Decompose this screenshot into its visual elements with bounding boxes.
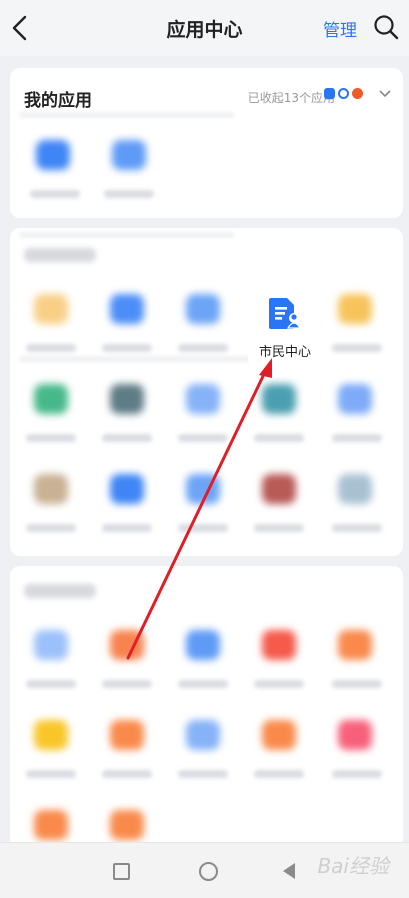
app-label xyxy=(26,524,76,532)
app-icon[interactable] xyxy=(34,630,68,660)
app-icon[interactable] xyxy=(34,810,68,840)
app-icon[interactable] xyxy=(186,384,220,414)
top-bar: 应用中心 管理 xyxy=(0,0,409,56)
chevron-down-icon[interactable] xyxy=(379,88,391,100)
app-label xyxy=(332,524,382,532)
app-icon[interactable] xyxy=(110,810,144,840)
collapsed-app-icons xyxy=(324,88,363,99)
app-section-card xyxy=(10,566,403,856)
app-label xyxy=(102,434,152,442)
mini-app-icon xyxy=(324,88,335,99)
app-icon[interactable] xyxy=(110,630,144,660)
app-label xyxy=(332,680,382,688)
app-icon[interactable] xyxy=(338,630,372,660)
search-icon[interactable] xyxy=(373,14,399,40)
app-label xyxy=(30,190,80,198)
app-label xyxy=(102,770,152,778)
app-label xyxy=(332,344,382,352)
app-icon[interactable] xyxy=(34,294,68,324)
collapsed-count-text[interactable]: 已收起13个应用 xyxy=(248,89,335,106)
citizen-center-label[interactable]: 市民中心 xyxy=(248,341,322,360)
mini-app-icon xyxy=(352,88,363,99)
app-icon[interactable] xyxy=(112,140,146,170)
app-icon[interactable] xyxy=(262,474,296,504)
blur-strip xyxy=(20,356,250,362)
app-label xyxy=(26,770,76,778)
app-icon[interactable] xyxy=(186,720,220,750)
app-icon[interactable] xyxy=(338,384,372,414)
app-icon[interactable] xyxy=(186,630,220,660)
app-label xyxy=(178,680,228,688)
app-label xyxy=(178,524,228,532)
my-apps-title: 我的应用 xyxy=(24,91,92,111)
app-label xyxy=(332,434,382,442)
app-label xyxy=(254,434,304,442)
app-label xyxy=(26,344,76,352)
my-apps-card: 我的应用 已收起13个应用 xyxy=(10,68,403,218)
citizen-doc-icon xyxy=(269,298,302,329)
app-icon[interactable] xyxy=(36,140,70,170)
app-icon[interactable] xyxy=(34,384,68,414)
app-icon[interactable] xyxy=(186,294,220,324)
back-button[interactable] xyxy=(283,863,295,879)
app-icon[interactable] xyxy=(34,474,68,504)
app-icon[interactable] xyxy=(110,384,144,414)
app-icon[interactable] xyxy=(262,630,296,660)
app-label xyxy=(178,434,228,442)
mini-app-icon xyxy=(338,88,349,99)
app-label xyxy=(254,524,304,532)
app-icon[interactable] xyxy=(110,294,144,324)
app-label xyxy=(332,770,382,778)
home-button[interactable] xyxy=(199,862,218,881)
app-label xyxy=(178,770,228,778)
app-section-card xyxy=(10,228,403,556)
app-icon[interactable] xyxy=(338,294,372,324)
app-label xyxy=(26,680,76,688)
app-label xyxy=(254,770,304,778)
app-icon[interactable] xyxy=(262,384,296,414)
app-icon[interactable] xyxy=(110,474,144,504)
watermark-logo: Bai经验 xyxy=(317,854,389,878)
app-label xyxy=(102,344,152,352)
recent-apps-button[interactable] xyxy=(113,863,130,880)
app-icon[interactable] xyxy=(34,720,68,750)
app-icon[interactable] xyxy=(262,720,296,750)
manage-button[interactable]: 管理 xyxy=(323,16,357,41)
app-label xyxy=(254,680,304,688)
app-icon[interactable] xyxy=(186,474,220,504)
blur-strip xyxy=(20,232,234,238)
app-label xyxy=(26,434,76,442)
app-label xyxy=(102,524,152,532)
app-icon[interactable] xyxy=(338,474,372,504)
section-title xyxy=(24,584,96,598)
section-title xyxy=(24,248,96,262)
app-label xyxy=(104,190,154,198)
app-label xyxy=(178,344,228,352)
app-label xyxy=(102,680,152,688)
app-icon[interactable] xyxy=(110,720,144,750)
app-icon[interactable] xyxy=(338,720,372,750)
blur-strip xyxy=(20,112,234,118)
